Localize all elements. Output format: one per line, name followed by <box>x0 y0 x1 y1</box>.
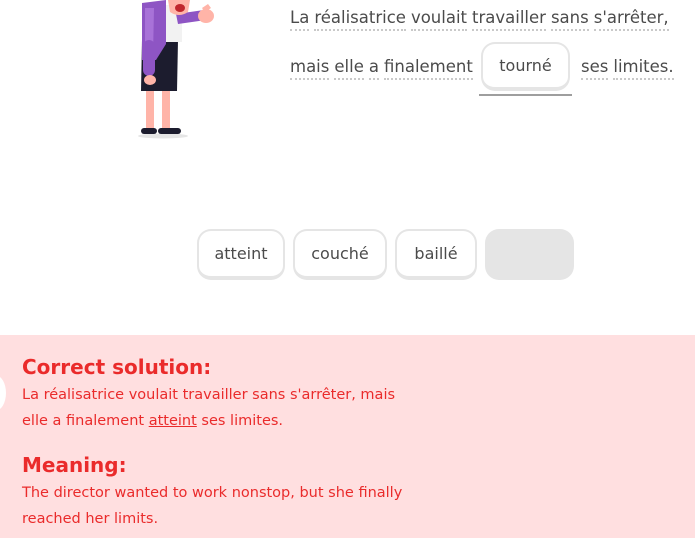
sentence-word[interactable]: La <box>290 8 310 31</box>
sentence-line-2: mais elle a finalement <box>290 57 473 80</box>
sentence-word[interactable]: a <box>368 57 379 80</box>
sentence-word[interactable]: voulait <box>410 8 468 31</box>
correct-solution-text: La réalisatrice voulait travailler sans … <box>22 382 422 434</box>
used-word-placeholder <box>485 229 574 280</box>
sentence-word[interactable]: réalisatrice <box>314 8 406 31</box>
sentence-word[interactable]: limites. <box>613 57 674 80</box>
sentence-word[interactable]: finalement <box>383 57 473 80</box>
sentence-word[interactable]: s'arrêter, <box>593 8 669 31</box>
word-option-chip[interactable]: atteint <box>197 229 285 280</box>
meaning-text: The director wanted to work nonstop, but… <box>22 485 403 527</box>
sentence-word[interactable]: elle <box>334 57 364 80</box>
sentence-word[interactable]: travailler <box>472 8 546 31</box>
incorrect-feedback-panel: Correct solution: La réalisatrice voulai… <box>0 335 695 538</box>
sentence-word[interactable]: ses <box>581 57 609 80</box>
solution-text-after: ses limites. <box>196 413 284 429</box>
solution-answer-word: atteint <box>148 413 197 429</box>
selected-answer-chip[interactable]: tourné <box>481 42 570 91</box>
meaning-heading: Meaning: <box>22 453 127 477</box>
correct-solution-heading: Correct solution: <box>22 355 212 379</box>
word-option-chip[interactable]: baillé <box>395 229 477 280</box>
sentence-word[interactable]: sans <box>550 8 589 31</box>
word-option-chip[interactable]: couché <box>293 229 387 280</box>
panel-edge-decoration <box>0 375 6 411</box>
sentence-line-1: La réalisatrice voulait travailler sans s'arr… <box>290 8 669 31</box>
sentence-line-2-end: ses limites. <box>581 57 674 80</box>
speaking-woman-illustration <box>132 0 222 142</box>
sentence-word[interactable]: mais <box>290 57 330 80</box>
